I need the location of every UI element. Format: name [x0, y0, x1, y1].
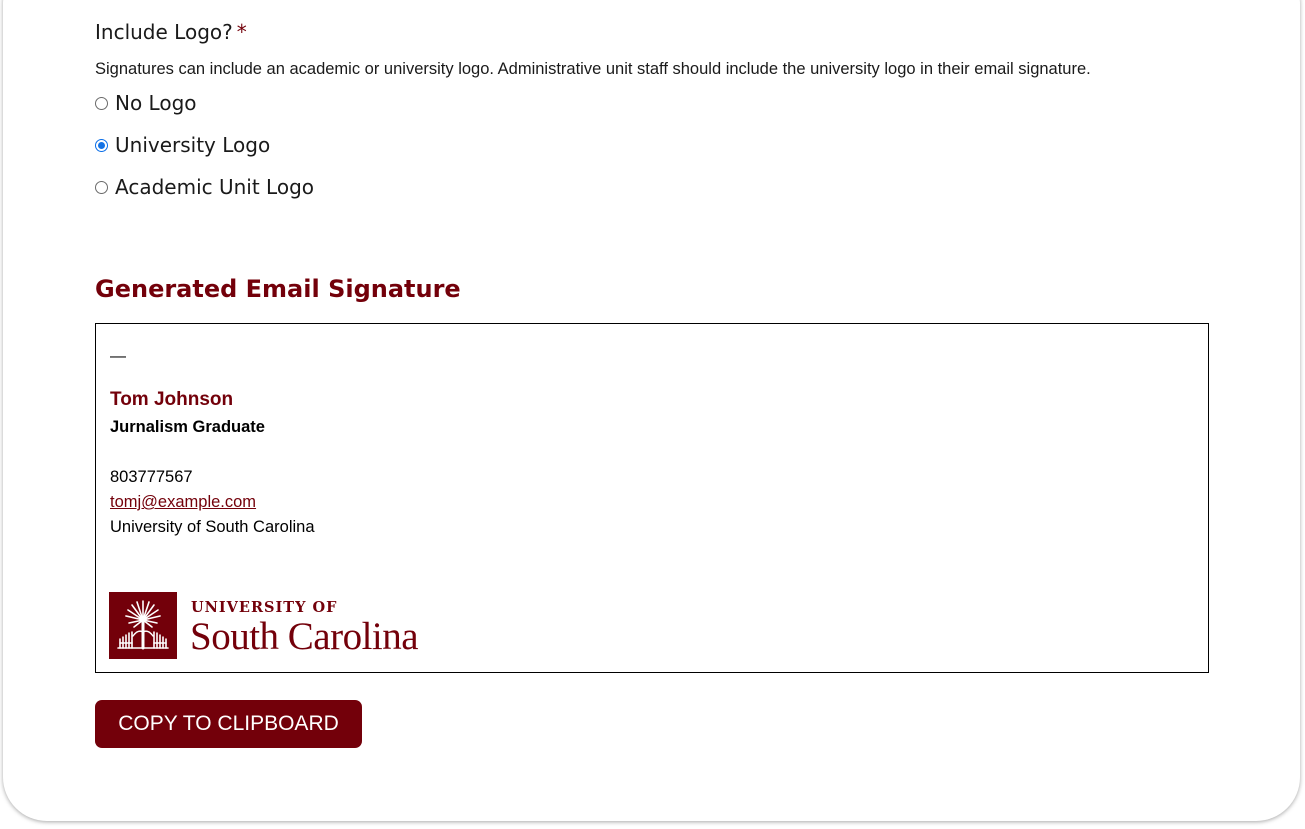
radio-no-logo[interactable] [95, 96, 108, 110]
logo-help-text: Signatures can include an academic or un… [95, 60, 1091, 78]
signature-name: Tom Johnson [110, 389, 234, 410]
radio-option-academic-unit-logo[interactable]: Academic Unit Logo [95, 174, 314, 200]
signature-organization: University of South Carolina [110, 518, 315, 536]
logo-text-south-carolina: South Carolina [190, 615, 419, 658]
copy-to-clipboard-button[interactable]: COPY TO CLIPBOARD [95, 700, 362, 748]
signature-preview: — Tom Johnson Jurnalism Graduate 8037775… [95, 323, 1209, 673]
radio-label-no-logo[interactable]: No Logo [115, 91, 197, 115]
signature-separator: — [110, 348, 126, 365]
radio-university-logo[interactable] [95, 138, 108, 152]
signature-email-link[interactable]: tomj@example.com [110, 493, 256, 511]
logo-field-label: Include Logo? * [95, 20, 247, 44]
section-heading: Generated Email Signature [95, 275, 461, 303]
radio-label-university-logo[interactable]: University Logo [115, 133, 270, 157]
radio-academic-unit-logo[interactable] [95, 180, 108, 194]
required-marker: * [236, 20, 247, 44]
radio-option-no-logo[interactable]: No Logo [95, 90, 197, 116]
signature-phone: 803777567 [110, 468, 193, 486]
radio-option-university-logo[interactable]: University Logo [95, 132, 270, 158]
logo-field-label-text: Include Logo? [95, 20, 233, 44]
signature-title: Jurnalism Graduate [110, 418, 265, 436]
radio-label-academic-unit-logo[interactable]: Academic Unit Logo [115, 175, 314, 199]
palmetto-tree-icon [109, 592, 177, 659]
university-logo: UNIVERSITY OF South Carolina [109, 592, 449, 660]
